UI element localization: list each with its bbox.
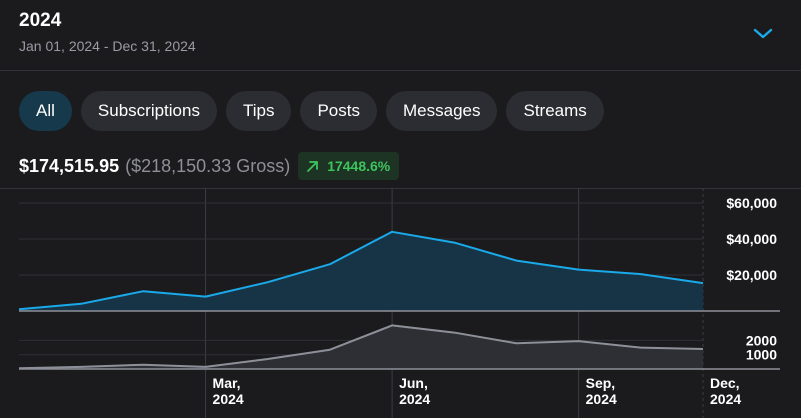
arrow-up-right-icon	[307, 160, 319, 172]
tab-streams[interactable]: Streams	[506, 91, 604, 131]
tab-subscriptions[interactable]: Subscriptions	[80, 91, 217, 131]
tab-all[interactable]: All	[19, 91, 72, 131]
header: 2024 Jan 01, 2024 - Dec 31, 2024	[0, 0, 801, 71]
x-tick-label: 2024	[710, 391, 741, 407]
earnings-chart: $20,000$40,000$60,00010002000Mar,2024Jun…	[0, 188, 801, 418]
count-area	[19, 325, 703, 369]
page-title: 2024	[19, 10, 62, 31]
net-earnings: $174,515.95	[19, 155, 120, 176]
x-tick-label: 2024	[399, 391, 430, 407]
y-tick-label: 2000	[746, 332, 777, 348]
x-tick-label: Dec,	[710, 375, 740, 391]
change-percent: 17448.6%	[327, 158, 391, 174]
earnings-summary: $174,515.95 ($218,150.33 Gross) 17448.6%	[19, 151, 400, 181]
x-tick-label: Jun,	[399, 375, 428, 391]
tab-messages[interactable]: Messages	[386, 91, 498, 131]
x-tick-label: Sep,	[586, 375, 616, 391]
x-tick-label: Mar,	[213, 375, 241, 391]
filter-tabs: All Subscriptions Tips Posts Messages St…	[19, 91, 604, 131]
date-range: Jan 01, 2024 - Dec 31, 2024	[19, 38, 196, 54]
change-badge: 17448.6%	[298, 152, 400, 180]
gross-earnings: ($218,150.33 Gross)	[125, 155, 291, 176]
tab-posts[interactable]: Posts	[300, 91, 377, 131]
y-tick-label: $40,000	[726, 231, 777, 247]
tab-tips[interactable]: Tips	[225, 91, 292, 131]
y-tick-label: $20,000	[726, 267, 777, 283]
y-tick-label: $60,000	[726, 195, 777, 211]
x-tick-label: 2024	[586, 391, 617, 407]
x-tick-label: 2024	[213, 391, 244, 407]
chevron-down-icon[interactable]	[752, 24, 774, 42]
y-tick-label: 1000	[746, 347, 777, 363]
